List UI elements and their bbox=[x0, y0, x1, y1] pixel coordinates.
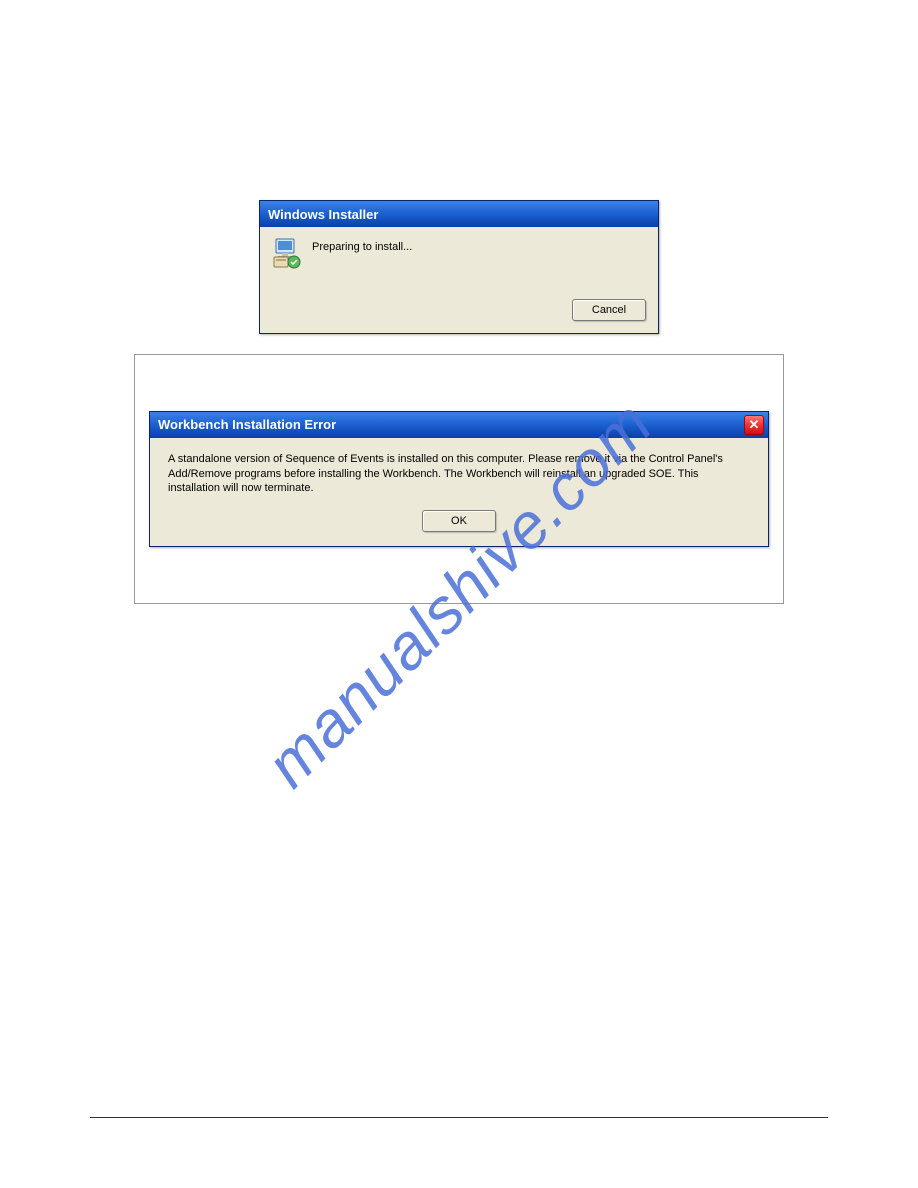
button-row: Cancel bbox=[272, 299, 646, 321]
footer-rule bbox=[90, 1117, 828, 1118]
install-message-row: Preparing to install... bbox=[272, 237, 646, 269]
close-icon[interactable]: ✕ bbox=[744, 415, 764, 435]
error-titlebar: Workbench Installation Error ✕ bbox=[150, 412, 768, 438]
error-title: Workbench Installation Error bbox=[158, 417, 336, 432]
ok-button-row: OK bbox=[168, 510, 750, 532]
dialog-title: Windows Installer bbox=[268, 207, 378, 222]
dialog-titlebar: Windows Installer bbox=[260, 201, 658, 227]
error-dialog: Workbench Installation Error ✕ A standal… bbox=[149, 411, 769, 548]
windows-installer-dialog: Windows Installer Preparing to bbox=[259, 200, 659, 334]
cancel-button[interactable]: Cancel bbox=[572, 299, 646, 321]
error-body: A standalone version of Sequence of Even… bbox=[150, 438, 768, 547]
dialog-body: Preparing to install... Cancel bbox=[260, 227, 658, 333]
document-page: manualshive.com Windows Installer bbox=[0, 0, 918, 1188]
ok-button[interactable]: OK bbox=[422, 510, 496, 532]
install-message: Preparing to install... bbox=[312, 237, 412, 253]
installer-icon bbox=[272, 237, 304, 269]
screenshot-frame: Workbench Installation Error ✕ A standal… bbox=[134, 354, 784, 604]
error-message: A standalone version of Sequence of Even… bbox=[168, 452, 750, 497]
